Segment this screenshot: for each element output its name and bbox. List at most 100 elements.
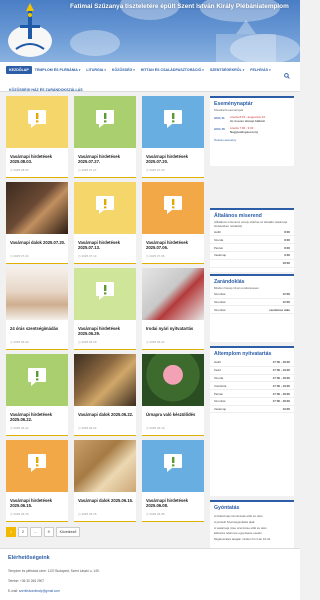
post-title[interactable]: Vasárnapi hirdetések 2025.07.27. bbox=[78, 154, 134, 164]
footer-email-link[interactable]: szentistvankiraly@gmail.com bbox=[19, 589, 60, 593]
post-card[interactable]: Vasárnapi hirdetések 2025.06.08. ◷ 2025.0… bbox=[142, 440, 204, 522]
post-thumbnail[interactable] bbox=[6, 440, 68, 492]
post-card[interactable]: Vasárnapi hirdetések 2025.07.13. ◷ 2025.0… bbox=[74, 182, 136, 264]
nav-item-label: HITTAN ÉS CSALÁDPASZTORÁCIÓ bbox=[140, 68, 202, 72]
event-date: AUG 15 bbox=[214, 127, 225, 132]
post-title[interactable]: Vasárnapi hirdetések 2025.07.20. bbox=[146, 154, 202, 164]
post-card[interactable]: Vasárnapi dalok 2025.06.22. ◷ 2025.06.22. bbox=[74, 354, 136, 436]
post-card[interactable]: Vasárnapi hirdetések 2025.06.22. ◷ 2025.0… bbox=[6, 354, 68, 436]
main-navigation: KEZDŐLAP TEMPLOM ÉS PLÉBÁNIA▾ LITURGIA▾ KÖZ… bbox=[0, 62, 300, 92]
post-date-text: 2025.08.03. bbox=[13, 168, 30, 172]
post-thumbnail[interactable] bbox=[6, 182, 68, 234]
post-thumbnail[interactable] bbox=[6, 268, 68, 320]
event-date: AUG 11 bbox=[214, 115, 225, 120]
post-thumbnail[interactable] bbox=[142, 354, 204, 406]
schedule-time: 12:00 bbox=[282, 299, 290, 304]
post-card[interactable]: Vasárnapi hirdetések 2025.07.06. ◷ 2025.0… bbox=[142, 182, 204, 264]
nav-item[interactable]: HITTAN ÉS CSALÁDPASZTORÁCIÓ▾ bbox=[138, 66, 207, 74]
search-icon[interactable] bbox=[284, 66, 290, 79]
post-thumbnail[interactable] bbox=[142, 440, 204, 492]
post-thumbnail[interactable] bbox=[142, 268, 204, 320]
post-date: ◷ 2025.08.03. bbox=[10, 168, 29, 172]
post-thumbnail[interactable] bbox=[142, 96, 204, 148]
site-title[interactable]: Fatimai Szűzanya tiszteletére épült Szen… bbox=[70, 3, 296, 11]
post-card[interactable]: Vasárnapi hirdetések 2025.07.20. ◷ 2025.0… bbox=[142, 96, 204, 178]
chevron-down-icon: ▾ bbox=[104, 68, 106, 72]
footer-title: Elérhetőségeink bbox=[8, 555, 50, 561]
nav-item-label: FELHÍVÁS bbox=[250, 68, 269, 72]
chevron-down-icon: ▾ bbox=[133, 68, 135, 72]
nav-item[interactable]: KÖZÖSSÉG▾ bbox=[109, 66, 138, 74]
schedule-time: 17:00 - 19:00 bbox=[272, 383, 290, 388]
post-card[interactable]: Vasárnapi hirdetések 2025.06.15. ◷ 2025.0… bbox=[6, 440, 68, 522]
post-thumbnail[interactable] bbox=[74, 96, 136, 148]
post-title[interactable]: Vasárnapi hirdetések 2025.06.08. bbox=[146, 498, 202, 508]
nav-item[interactable]: LITURGIA▾ bbox=[83, 66, 108, 74]
event-item[interactable]: AUG 15 szerda 7:00 - 9:00 Nagyboldogassz… bbox=[210, 124, 294, 136]
post-thumbnail[interactable] bbox=[74, 268, 136, 320]
page-1-button[interactable]: 1 bbox=[6, 527, 16, 537]
post-title[interactable]: Vasárnapi dalok 2025.06.15. bbox=[78, 498, 134, 503]
post-card[interactable]: Úrnapra való készülődés ◷ 2025.06.19. bbox=[142, 354, 204, 436]
post-thumbnail[interactable] bbox=[74, 354, 136, 406]
schedule-row: Péntek 17:00 - 18:00 bbox=[210, 390, 294, 398]
speech-bubble-icon bbox=[164, 196, 182, 214]
event-item[interactable]: AUG 11 szerda 8:15 - augusztus 23. Az ös… bbox=[210, 113, 294, 125]
schedule-time: 8:00 bbox=[284, 245, 290, 250]
post-card[interactable]: Vasárnapi hirdetések 2025.08.03. ◷ 2025.0… bbox=[6, 96, 68, 178]
schedule-time: 17:00 - 18:00 bbox=[272, 391, 290, 396]
schedule-row: Szombat szentmise után bbox=[210, 306, 294, 315]
post-title[interactable]: 24 órás szentségimádás bbox=[10, 326, 66, 331]
post-card[interactable]: Vasárnapi hirdetések 2025.07.27. ◷ 2025.0… bbox=[74, 96, 136, 178]
nav-item-community-house[interactable]: KÖZÖSSÉGI HÁZ ÉS ZARÁNDOKSZÁLLÁS bbox=[6, 86, 86, 94]
post-card[interactable]: 24 órás szentségimádás ◷ 2025.06.29. bbox=[6, 268, 68, 350]
nav-item[interactable]: SZENTSÉGEKRŐL▾ bbox=[207, 66, 247, 74]
post-date-text: 2025.07.27. bbox=[81, 168, 98, 172]
post-thumbnail[interactable] bbox=[6, 354, 68, 406]
page-last-button[interactable]: 9 bbox=[43, 527, 54, 537]
page-ellipsis: … bbox=[30, 527, 42, 537]
post-card[interactable]: Vasárnapi dalok 2025.06.15. ◷ 2025.06.15. bbox=[74, 440, 136, 522]
site-header: Fatimai Szűzanya tiszteletére épült Szen… bbox=[0, 0, 300, 62]
post-title[interactable]: Vasárnapi hirdetések 2025.08.03. bbox=[10, 154, 66, 164]
post-card[interactable]: Vasárnapi hirdetések 2025.06.29. ◷ 2025.0… bbox=[74, 268, 136, 350]
schedule-day: Szerda bbox=[214, 375, 224, 380]
next-page-button[interactable]: Következő bbox=[55, 527, 81, 537]
pagination: 1 2 … 9 Következő bbox=[6, 527, 81, 537]
page-2-button[interactable]: 2 bbox=[18, 527, 28, 537]
post-title[interactable]: Vasárnapi hirdetések 2025.07.06. bbox=[146, 240, 202, 250]
post-title[interactable]: Vasárnapi hirdetések 2025.07.13. bbox=[78, 240, 134, 250]
all-events-link[interactable]: Összes esemény bbox=[210, 136, 294, 143]
nav-item[interactable]: TEMPLOM ÉS PLÉBÁNIA▾ bbox=[32, 66, 84, 74]
schedule-row: Kedd 17:00 - 19:00 bbox=[210, 367, 294, 375]
post-title[interactable]: Vasárnapi hirdetések 2025.06.15. bbox=[10, 498, 66, 508]
post-date: ◷ 2025.06.29. bbox=[78, 340, 97, 344]
post-thumbnail[interactable] bbox=[74, 182, 136, 234]
nav-item[interactable]: KEZDŐLAP bbox=[6, 66, 32, 74]
post-thumbnail[interactable] bbox=[6, 96, 68, 148]
schedule-row: Szombat 12:00 bbox=[210, 299, 294, 307]
mass-schedule-widget: Általános miserend (Általános miserend, … bbox=[210, 208, 294, 272]
mass-extra-row: 18:00 bbox=[210, 260, 294, 268]
post-title[interactable]: Úrnapra való készülődés bbox=[146, 412, 202, 417]
mass-extra-time: 18:00 bbox=[282, 261, 290, 266]
post-date: ◷ 2025.06.22. bbox=[146, 340, 165, 344]
pilgrimage-rows: Szombat 12:00 Szombat 12:00 Szombat szentmise… bbox=[210, 291, 294, 315]
post-date: ◷ 2025.07.20. bbox=[146, 168, 165, 172]
post-card[interactable]: Vasárnapi dalok 2025.07.20. ◷ 2025.07.20. bbox=[6, 182, 68, 264]
footer-email-row: E-mail: szentistvankiraly@gmail.com bbox=[8, 589, 60, 593]
site-logo[interactable] bbox=[6, 3, 54, 59]
post-thumbnail[interactable] bbox=[142, 182, 204, 234]
schedule-day: Péntek bbox=[214, 391, 223, 396]
post-title[interactable]: Irodai nyári nyitvatartás bbox=[146, 326, 202, 331]
post-date-text: 2025.06.15. bbox=[81, 512, 98, 516]
post-title[interactable]: Vasárnapi hirdetések 2025.06.29. bbox=[78, 326, 134, 336]
post-title[interactable]: Vasárnapi dalok 2025.06.22. bbox=[78, 412, 134, 417]
post-date-text: 2025.06.15. bbox=[13, 512, 30, 516]
post-thumbnail[interactable] bbox=[74, 440, 136, 492]
post-card[interactable]: Irodai nyári nyitvatartás ◷ 2025.06.22. bbox=[142, 268, 204, 350]
post-title[interactable]: Vasárnapi dalok 2025.07.20. bbox=[10, 240, 66, 245]
schedule-day: Vasárnap bbox=[214, 407, 227, 412]
post-title[interactable]: Vasárnapi hirdetések 2025.06.22. bbox=[10, 412, 66, 422]
nav-item[interactable]: FELHÍVÁS▾ bbox=[247, 66, 273, 74]
